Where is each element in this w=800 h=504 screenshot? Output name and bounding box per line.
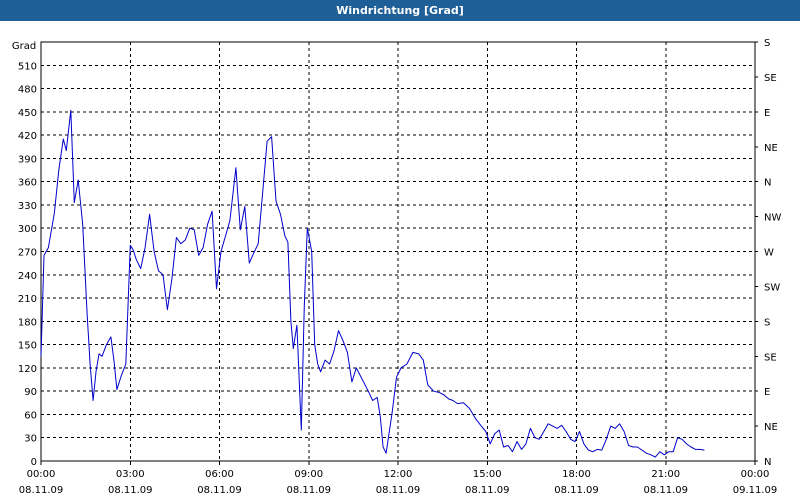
y-right-tick-label: NW xyxy=(764,213,781,224)
x-tick-label-time: 18:00 xyxy=(562,469,591,480)
chart-area: 0 30 60 90 120 150 180 210 240 270 300 330 360 390 420… xyxy=(0,21,800,500)
y-right-tick-label: NE xyxy=(764,143,778,154)
y-right-tick-label: SE xyxy=(764,352,777,363)
x-tick-label-time: 06:00 xyxy=(205,469,234,480)
y-right-tick-label: NE xyxy=(764,422,778,433)
y-right-tick-label: W xyxy=(764,248,774,259)
x-tick-label-date: 08.11.09 xyxy=(554,485,599,496)
x-tick-label-time: 15:00 xyxy=(473,469,502,480)
x-tick-label-date: 08.11.09 xyxy=(465,485,510,496)
y-right-tick-label: SW xyxy=(764,282,780,293)
x-tick-label-date: 08.11.09 xyxy=(376,485,421,496)
y-right-tick-label: E xyxy=(764,108,770,119)
x-tick-label-time: 12:00 xyxy=(384,469,413,480)
grid-lines xyxy=(41,42,755,461)
y-right-tick-label: N xyxy=(764,178,771,189)
x-tick-label-date: 08.11.09 xyxy=(19,485,64,496)
chart-title: Windrichtung [Grad] xyxy=(0,0,800,21)
series-line xyxy=(40,109,705,458)
y-tick-label: 120 xyxy=(18,364,37,375)
x-tick-label-date: 08.11.09 xyxy=(197,485,242,496)
x-tick-label-time: 00:00 xyxy=(741,469,770,480)
y-tick-label: 330 xyxy=(18,201,37,212)
y-tick-label: 0 xyxy=(31,457,37,468)
y-right-tick-label: N xyxy=(764,457,771,468)
x-tick-label-time: 21:00 xyxy=(651,469,680,480)
x-tick-label-time: 00:00 xyxy=(27,469,56,480)
y-tick-label: 300 xyxy=(18,224,37,235)
y-right-tick-label: SE xyxy=(764,73,777,84)
x-tick-label-date: 08.11.09 xyxy=(108,485,153,496)
y-right-tick-label: S xyxy=(764,317,770,328)
y-tick-label: 240 xyxy=(18,271,37,282)
x-tick-label-date: 08.11.09 xyxy=(286,485,331,496)
y-tick-label: 90 xyxy=(24,387,37,398)
y-tick-label: 180 xyxy=(18,317,37,328)
y-tick-label: 150 xyxy=(18,341,37,352)
y-right-tick-label: E xyxy=(764,387,770,398)
y-tick-label: 390 xyxy=(18,154,37,165)
line-chart: 0 30 60 90 120 150 180 210 240 270 300 330 360 390 420… xyxy=(12,38,782,496)
y-tick-label: 30 xyxy=(24,434,37,445)
y-tick-label: 60 xyxy=(24,410,37,421)
x-tick-label-date: 09.11.09 xyxy=(733,485,778,496)
y-tick-label: 210 xyxy=(18,294,37,305)
series-layer xyxy=(40,109,705,458)
y-tick-label: 480 xyxy=(18,85,37,96)
y-tick-label: 420 xyxy=(18,131,37,142)
y-right-tick-label: S xyxy=(764,38,770,49)
x-tick-label-time: 03:00 xyxy=(116,469,145,480)
x-tick-label-date: 08.11.09 xyxy=(643,485,688,496)
y-axis-title: Grad xyxy=(12,41,36,52)
axes: 0 30 60 90 120 150 180 210 240 270 300 330 360 390 420… xyxy=(18,38,782,496)
y-tick-label: 450 xyxy=(18,108,37,119)
y-tick-label: 510 xyxy=(18,61,37,72)
x-tick-label-time: 09:00 xyxy=(294,469,323,480)
y-tick-label: 360 xyxy=(18,178,37,189)
y-tick-label: 270 xyxy=(18,248,37,259)
